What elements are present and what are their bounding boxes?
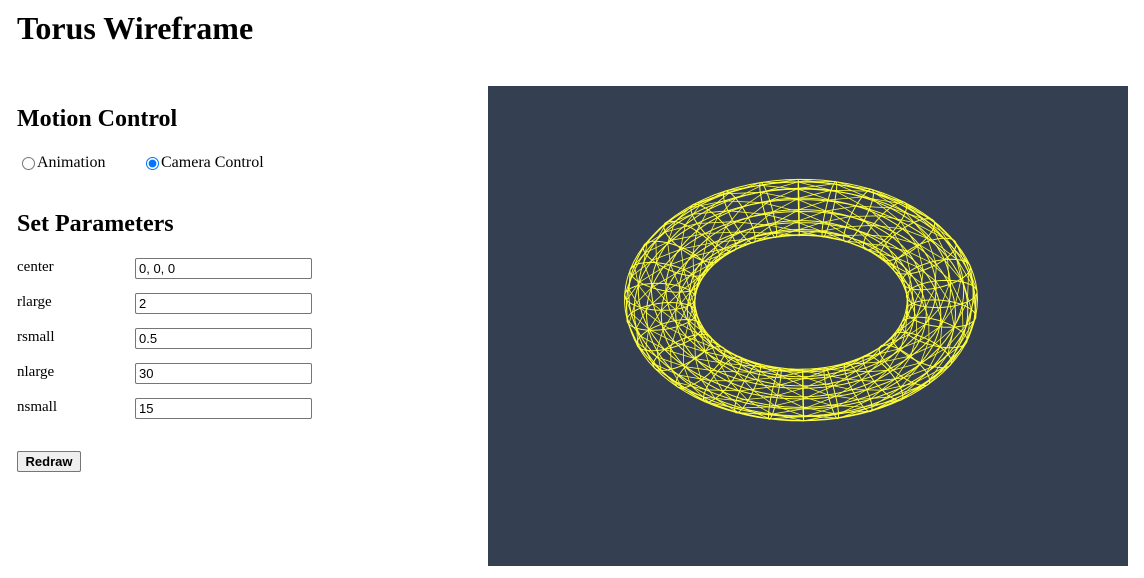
nlarge-input[interactable]: [135, 363, 312, 384]
center-label: center: [17, 259, 54, 275]
param-row-rsmall: rsmall: [17, 328, 317, 350]
motion-control-title: Motion Control: [17, 106, 178, 132]
rsmall-input[interactable]: [135, 328, 312, 349]
set-parameters-title: Set Parameters: [17, 211, 174, 237]
nsmall-input[interactable]: [135, 398, 312, 419]
torus-diagonal-line: [655, 241, 657, 263]
torus-wireframe-canvas[interactable]: [488, 86, 1128, 566]
torus-viewport[interactable]: [488, 86, 1128, 566]
page: Torus Wireframe Motion Control Animation…: [0, 0, 1144, 578]
animation-radio[interactable]: [22, 156, 35, 170]
nsmall-label: nsmall: [17, 399, 57, 415]
page-title: Torus Wireframe: [17, 10, 254, 46]
redraw-button[interactable]: Redraw: [17, 451, 81, 472]
viewport-background: [488, 86, 1128, 566]
nlarge-label: nlarge: [17, 364, 55, 380]
camera-control-radio[interactable]: [146, 156, 159, 170]
camera-control-radio-label: Camera Control: [161, 154, 264, 171]
param-row-rlarge: rlarge: [17, 293, 317, 315]
center-input[interactable]: [135, 258, 312, 279]
animation-radio-option[interactable]: Animation: [20, 153, 105, 173]
rsmall-label: rsmall: [17, 329, 55, 345]
rlarge-label: rlarge: [17, 294, 52, 310]
rlarge-input[interactable]: [135, 293, 312, 314]
param-row-nlarge: nlarge: [17, 363, 317, 385]
camera-control-radio-option[interactable]: Camera Control: [144, 153, 264, 173]
param-row-nsmall: nsmall: [17, 398, 317, 420]
animation-radio-label: Animation: [37, 154, 106, 171]
param-row-center: center: [17, 258, 317, 280]
